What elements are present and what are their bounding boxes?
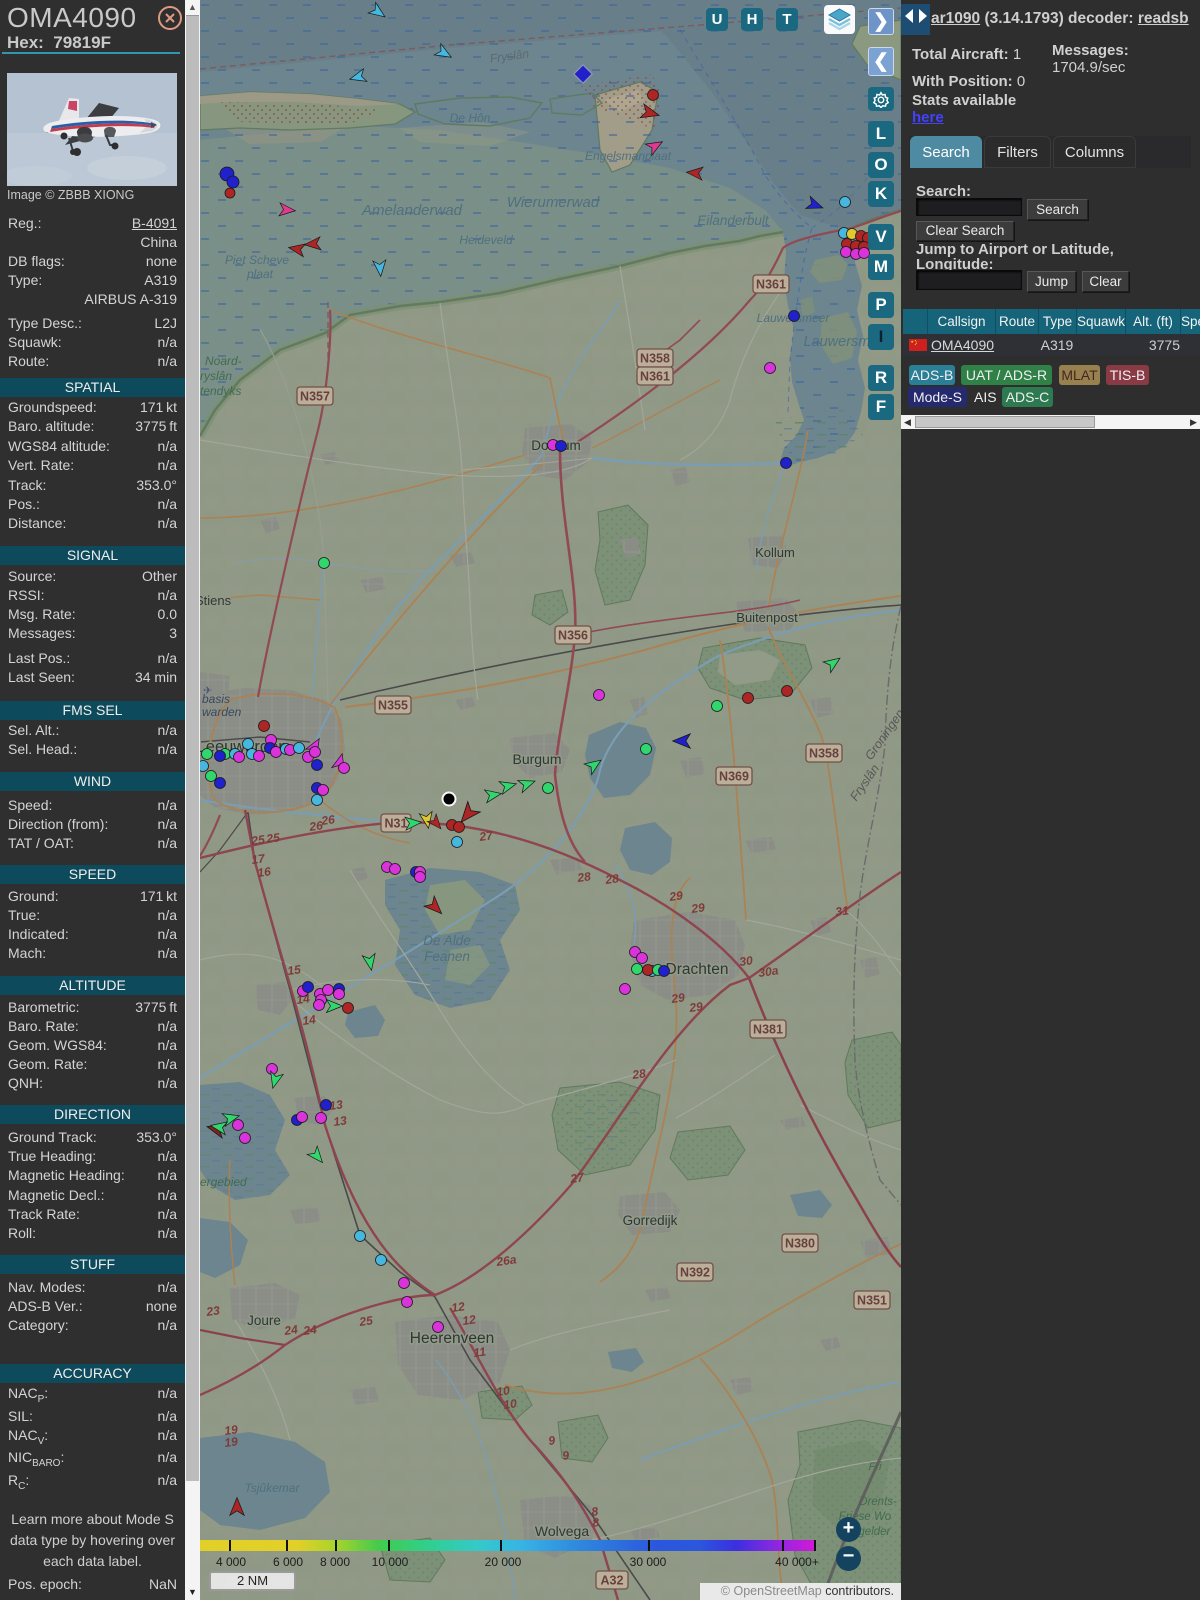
svg-text:Piet Scheve: Piet Scheve bbox=[225, 253, 289, 267]
svg-text:N357: N357 bbox=[300, 390, 330, 404]
svg-text:Gorredijk: Gorredijk bbox=[623, 1213, 678, 1228]
svg-text:ryslân: ryslân bbox=[200, 369, 232, 383]
svg-text:Eilanderbult: Eilanderbult bbox=[697, 213, 770, 228]
svg-text:30: 30 bbox=[738, 953, 753, 969]
svg-text:26a: 26a bbox=[494, 1252, 517, 1269]
svg-text:23: 23 bbox=[204, 1303, 220, 1319]
svg-text:✈: ✈ bbox=[203, 685, 212, 697]
svg-text:N361: N361 bbox=[640, 370, 670, 384]
svg-text:N358: N358 bbox=[640, 352, 670, 366]
svg-text:Feanen: Feanen bbox=[424, 949, 470, 964]
svg-text:16: 16 bbox=[256, 864, 271, 880]
svg-text:Drachten: Drachten bbox=[666, 961, 729, 978]
svg-text:De Hôn: De Hôn bbox=[450, 111, 491, 125]
svg-text:A32: A32 bbox=[601, 1574, 624, 1588]
svg-text:plaat: plaat bbox=[246, 267, 274, 281]
svg-text:N380: N380 bbox=[785, 1237, 815, 1251]
svg-text:Buitenpost: Buitenpost bbox=[736, 610, 798, 625]
svg-text:29: 29 bbox=[667, 888, 683, 904]
svg-text:24: 24 bbox=[301, 1322, 317, 1338]
svg-text:29: 29 bbox=[687, 999, 703, 1015]
svg-text:30a: 30a bbox=[757, 963, 779, 980]
svg-text:N355: N355 bbox=[378, 699, 408, 713]
svg-text:tendyks: tendyks bbox=[200, 384, 241, 398]
svg-text:warden: warden bbox=[202, 705, 242, 719]
svg-text:25: 25 bbox=[264, 830, 280, 846]
svg-text:ergebied: ergebied bbox=[200, 1175, 247, 1189]
svg-text:14: 14 bbox=[301, 1012, 316, 1028]
svg-text:Wolvega: Wolvega bbox=[535, 1523, 589, 1539]
svg-text:N369: N369 bbox=[719, 770, 749, 784]
svg-text:N31: N31 bbox=[385, 817, 408, 831]
svg-text:N351: N351 bbox=[857, 1294, 887, 1308]
svg-text:Heideveld: Heideveld bbox=[459, 233, 513, 247]
svg-text:10: 10 bbox=[502, 1396, 517, 1412]
svg-text:28: 28 bbox=[575, 869, 591, 885]
svg-text:31: 31 bbox=[834, 903, 849, 919]
svg-text:26: 26 bbox=[319, 812, 335, 828]
svg-text:N392: N392 bbox=[680, 1266, 710, 1280]
svg-text:29: 29 bbox=[669, 990, 685, 1006]
svg-text:Noard-: Noard- bbox=[205, 354, 242, 368]
svg-text:15: 15 bbox=[286, 962, 301, 978]
svg-text:De Alde: De Alde bbox=[423, 933, 471, 948]
svg-text:29: 29 bbox=[689, 900, 705, 916]
svg-text:Kollum: Kollum bbox=[755, 545, 795, 560]
svg-text:25: 25 bbox=[357, 1313, 373, 1329]
svg-text:12: 12 bbox=[461, 1312, 476, 1328]
svg-text:N356: N356 bbox=[558, 629, 588, 643]
svg-text:28: 28 bbox=[603, 871, 619, 887]
svg-text:N381: N381 bbox=[753, 1023, 783, 1037]
svg-text:Joure: Joure bbox=[247, 1313, 281, 1328]
svg-text:12: 12 bbox=[450, 1299, 465, 1315]
svg-text:Burgum: Burgum bbox=[512, 751, 561, 767]
svg-text:N361: N361 bbox=[756, 278, 786, 292]
svg-text:Engelsmanplaat: Engelsmanplaat bbox=[585, 149, 672, 163]
svg-text:Wierumerwad: Wierumerwad bbox=[507, 194, 600, 211]
svg-text:Tsjûkemar: Tsjûkemar bbox=[245, 1481, 301, 1495]
svg-text:24: 24 bbox=[282, 1322, 298, 1338]
svg-text:Amelanderwad: Amelanderwad bbox=[361, 202, 463, 219]
svg-text:25: 25 bbox=[249, 832, 265, 848]
svg-text:28: 28 bbox=[630, 1066, 646, 1082]
svg-text:Drents-: Drents- bbox=[859, 1496, 897, 1508]
svg-text:13: 13 bbox=[332, 1113, 347, 1129]
svg-text:Heerenveen: Heerenveen bbox=[410, 1330, 494, 1347]
svg-text:Stiens: Stiens bbox=[200, 593, 232, 608]
svg-text:19: 19 bbox=[223, 1434, 238, 1450]
svg-text:N358: N358 bbox=[809, 747, 839, 761]
